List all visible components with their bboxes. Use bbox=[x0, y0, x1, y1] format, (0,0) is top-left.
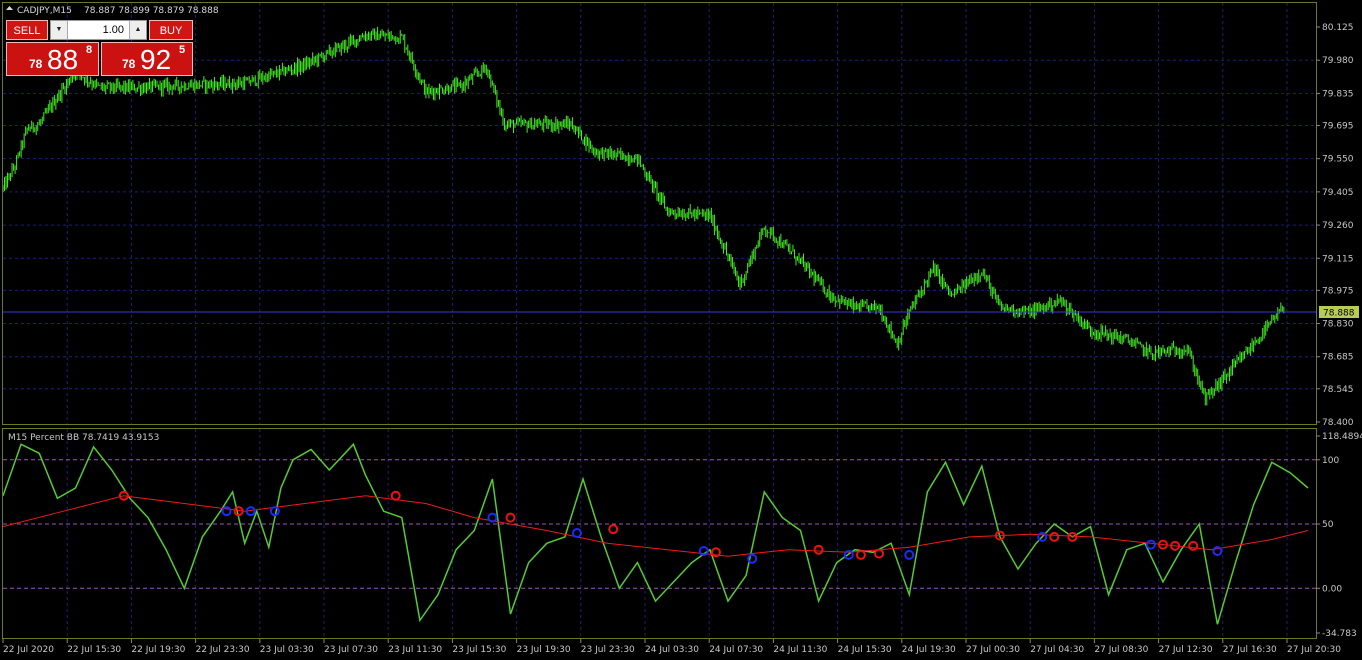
current-price-value: 78.888 bbox=[1323, 309, 1355, 319]
time-axis-label: 27 Jul 12:30 bbox=[1159, 645, 1213, 655]
price-chart[interactable]: 80.125 79.980 79.835 79.695 79.550 79.405 79.2… bbox=[0, 0, 1362, 660]
time-axis-label: 27 Jul 20:30 bbox=[1287, 645, 1341, 655]
time-axis-label: 24 Jul 07:30 bbox=[709, 645, 763, 655]
price-axis-label: 78.545 bbox=[1322, 385, 1354, 395]
bid-prefix: 78 bbox=[29, 57, 43, 71]
bid-pipette: 8 bbox=[86, 44, 93, 56]
ask-pipette: 5 bbox=[179, 44, 186, 56]
price-axis-label: 79.115 bbox=[1322, 254, 1354, 264]
ask-price-button[interactable]: 78 92 5 bbox=[101, 42, 193, 76]
time-axis-label: 27 Jul 04:30 bbox=[1030, 645, 1084, 655]
lot-decrease-icon[interactable]: ▼ bbox=[51, 21, 68, 39]
time-axis-label: 24 Jul 03:30 bbox=[645, 645, 699, 655]
indicator-title: M15 Percent BB 78.7419 43.9153 bbox=[8, 433, 159, 443]
bid-big-digits: 88 bbox=[47, 44, 79, 75]
chart-background bbox=[0, 0, 1362, 660]
price-axis-label: 78.685 bbox=[1322, 353, 1354, 363]
sell-button[interactable]: SELL bbox=[6, 20, 48, 40]
buy-button[interactable]: BUY bbox=[149, 20, 193, 40]
time-axis-label: 27 Jul 08:30 bbox=[1094, 645, 1148, 655]
bid-price-button[interactable]: 78 88 8 bbox=[6, 42, 99, 76]
time-axis-label: 23 Jul 11:30 bbox=[388, 645, 442, 655]
ohlc-readout: 78.887 78.899 78.879 78.888 bbox=[84, 6, 219, 16]
price-axis-label: 79.835 bbox=[1322, 89, 1354, 99]
time-axis-label: 22 Jul 23:30 bbox=[196, 645, 250, 655]
price-axis-label: 78.400 bbox=[1322, 418, 1354, 428]
time-axis-label: 22 Jul 19:30 bbox=[131, 645, 185, 655]
price-axis-label: 78.975 bbox=[1322, 286, 1354, 296]
time-axis-label: 27 Jul 16:30 bbox=[1223, 645, 1277, 655]
price-axis-label: 79.980 bbox=[1322, 56, 1354, 66]
price-axis-label: 79.260 bbox=[1322, 221, 1354, 231]
time-axis-label: 23 Jul 15:30 bbox=[452, 645, 506, 655]
time-axis-label: 23 Jul 19:30 bbox=[517, 645, 571, 655]
time-axis-label: 22 Jul 15:30 bbox=[67, 645, 121, 655]
indicator-axis-label: -34.783 bbox=[1322, 629, 1357, 639]
time-axis-label: 24 Jul 15:30 bbox=[838, 645, 892, 655]
time-axis-label: 23 Jul 03:30 bbox=[260, 645, 314, 655]
lot-size-field[interactable]: ▼ 1.00 ▲ bbox=[50, 20, 147, 40]
ask-big-digits: 92 bbox=[140, 44, 172, 75]
time-axis-label: 22 Jul 2020 bbox=[3, 645, 54, 655]
symbol-label: CADJPY,M15 bbox=[17, 6, 72, 16]
price-axis-label: 80.125 bbox=[1322, 23, 1354, 33]
indicator-axis-label: 0.00 bbox=[1322, 584, 1342, 594]
price-axis-label: 79.405 bbox=[1322, 188, 1354, 198]
ask-prefix: 78 bbox=[122, 57, 136, 71]
indicator-axis-label: 118.4894 bbox=[1322, 432, 1362, 442]
time-axis-label: 23 Jul 07:30 bbox=[324, 645, 378, 655]
lot-size-value[interactable]: 1.00 bbox=[103, 21, 124, 39]
price-axis-label: 78.830 bbox=[1322, 320, 1354, 330]
one-click-trading-panel: SELL ▼ 1.00 ▲ BUY 78 88 8 78 92 5 bbox=[6, 20, 194, 76]
price-axis-label: 79.550 bbox=[1322, 155, 1354, 165]
indicator-axis-label: 50 bbox=[1322, 520, 1334, 530]
time-axis-label: 27 Jul 00:30 bbox=[966, 645, 1020, 655]
time-axis-label: 24 Jul 11:30 bbox=[773, 645, 827, 655]
time-axis-label: 24 Jul 19:30 bbox=[902, 645, 956, 655]
lot-increase-icon[interactable]: ▲ bbox=[129, 21, 146, 39]
price-axis-label: 79.695 bbox=[1322, 121, 1354, 131]
time-axis-label: 23 Jul 23:30 bbox=[581, 645, 635, 655]
indicator-axis-label: 100 bbox=[1322, 456, 1339, 466]
